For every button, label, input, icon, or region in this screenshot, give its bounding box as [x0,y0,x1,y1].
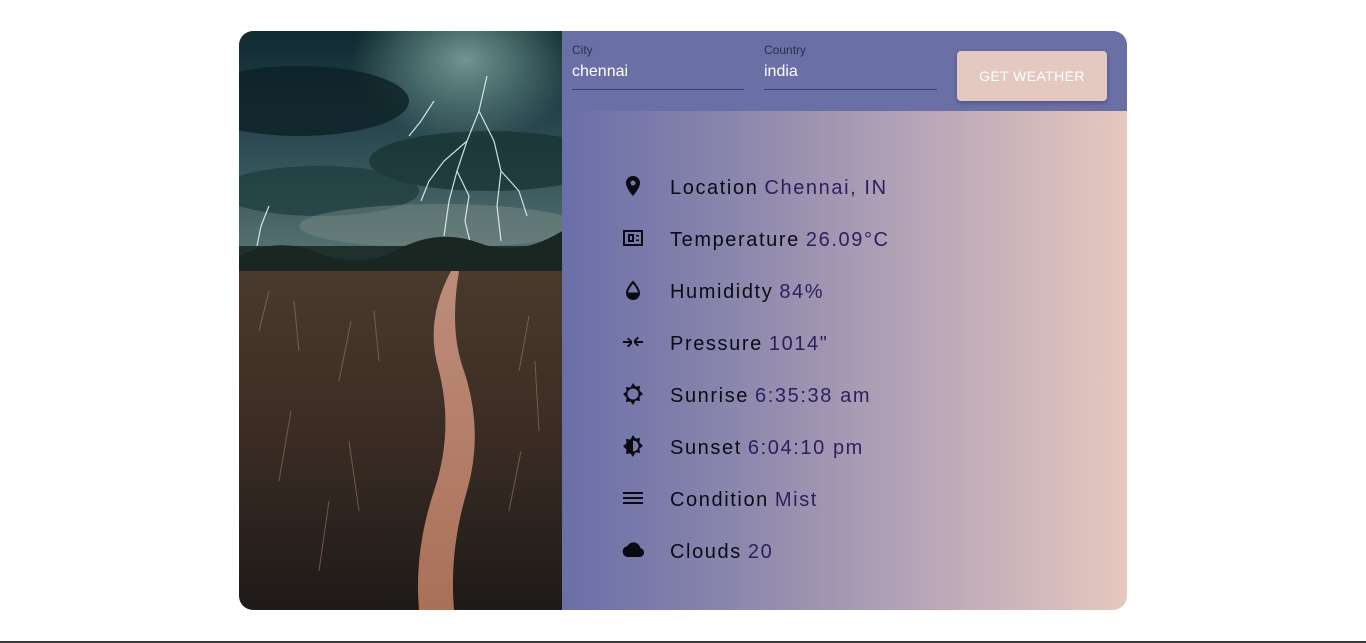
country-label: Country [764,43,807,57]
location-value: Chennai, IN [764,177,888,199]
temperature-label: Temperature [670,229,800,251]
sun-icon [620,381,646,407]
city-input[interactable] [572,61,744,83]
condition-value: Mist [774,489,818,511]
weather-row-sunset: Sunset 6:04:10 pm [620,429,890,481]
water-drop-icon [620,277,646,303]
country-input[interactable] [764,61,937,83]
clouds-value: 20 [747,541,774,563]
humidity-label: Humididty [670,281,774,303]
weather-row-clouds: Clouds 20 [620,533,890,585]
search-form: City Country GET WEATHER [562,31,1127,111]
cloud-icon [620,537,646,563]
menu-lines-icon [620,485,646,511]
sunset-value: 6:04:10 pm [747,437,864,459]
get-weather-button[interactable]: GET WEATHER [957,51,1107,101]
stormy-landscape-photo [239,31,562,610]
temperature-value: 26.09°C [805,229,890,251]
weather-card: City Country GET WEATHER LocationChennai… [239,31,1127,610]
half-sun-icon [620,433,646,459]
location-pin-icon [620,173,646,199]
country-field[interactable]: Country [764,41,937,90]
pressure-label: Pressure [670,333,763,355]
sunrise-value: 6:35:38 am [755,385,872,407]
weather-panel: City Country GET WEATHER LocationChennai… [562,31,1127,610]
weather-row-sunrise: Sunrise 6:35:38 am [620,377,890,429]
city-field[interactable]: City [572,41,744,90]
compress-arrows-icon [620,329,646,355]
clouds-label: Clouds [670,541,742,563]
weather-row-pressure: Pressure 1014" [620,325,890,377]
weather-row-temperature: Temperature 26.09°C [620,221,890,273]
humidity-value: 84% [779,281,825,303]
location-label: Location [670,177,759,199]
city-label: City [572,43,593,57]
sunset-label: Sunset [670,437,742,459]
weather-row-location: Location Chennai, IN [620,169,890,221]
condition-label: Condition [670,489,769,511]
weather-row-humidity: Humididty 84% [620,273,890,325]
weather-row-condition: Condition Mist [620,481,890,533]
pressure-value: 1014" [768,333,829,355]
sunrise-label: Sunrise [670,385,750,407]
thermostat-icon [620,225,646,251]
weather-details-list: Location Chennai, IN Temperature 26.09°C H… [620,169,890,585]
